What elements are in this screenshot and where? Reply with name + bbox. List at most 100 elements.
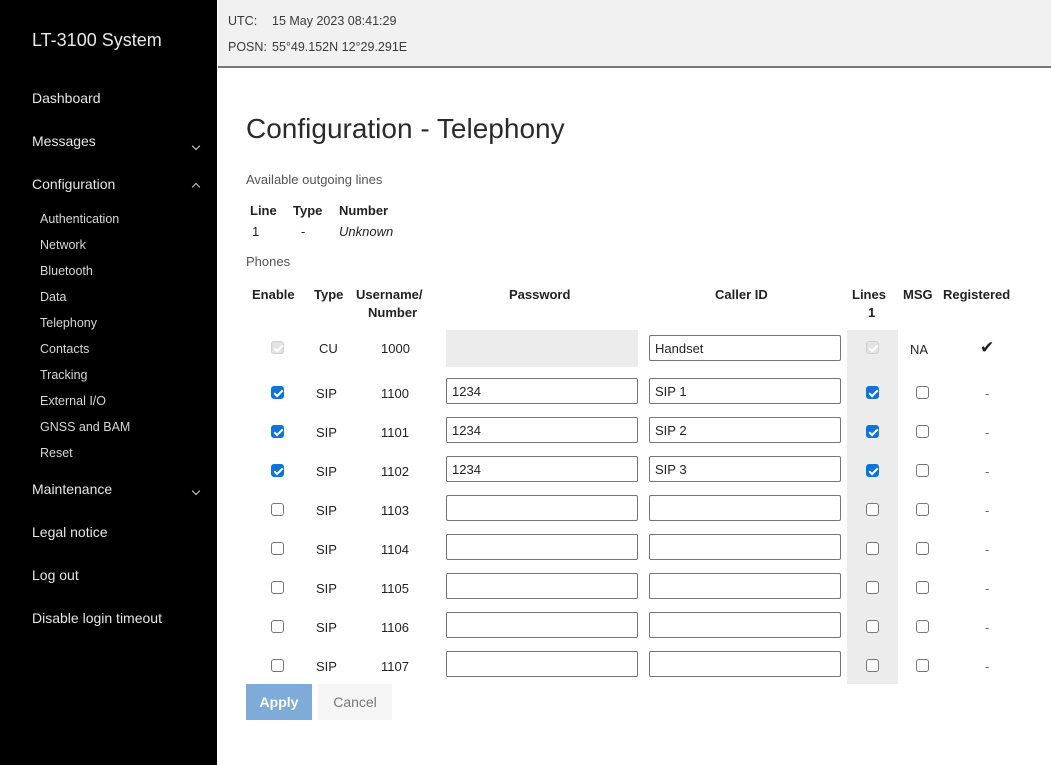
password-input[interactable] <box>446 417 638 443</box>
sidebar-item-dashboard[interactable]: Dashboard <box>32 90 101 106</box>
sidebar-subitem-telephony[interactable]: Telephony <box>40 316 97 330</box>
caller-id-input[interactable] <box>649 456 841 482</box>
line1-checkbox[interactable] <box>866 464 879 477</box>
phone-type: SIP <box>316 542 337 557</box>
registered-status: - <box>985 425 990 440</box>
line1-checkbox[interactable] <box>866 581 879 594</box>
sidebar-item-configuration[interactable]: Configuration <box>32 176 115 192</box>
line1-checkbox[interactable] <box>866 503 879 516</box>
phone-number: 1104 <box>381 542 409 557</box>
chevron-down-icon[interactable] <box>191 141 201 151</box>
phone-number: 1101 <box>381 425 409 440</box>
registered-status: - <box>985 659 990 674</box>
caller-id-input[interactable] <box>649 378 841 404</box>
apply-button[interactable]: Apply <box>246 684 312 720</box>
col-enable: Enable <box>252 287 295 302</box>
phone-number: 1105 <box>381 581 409 596</box>
enable-checkbox[interactable] <box>271 620 284 633</box>
col-lines: Lines <box>852 287 886 302</box>
sidebar-item-disable-login-timeout[interactable]: Disable login timeout <box>32 610 162 626</box>
line1-checkbox[interactable] <box>866 542 879 555</box>
enable-checkbox[interactable] <box>271 659 284 672</box>
enable-checkbox[interactable] <box>271 464 284 477</box>
outgoing-number-value: Unknown <box>339 224 394 239</box>
msg-checkbox[interactable] <box>916 425 929 438</box>
sidebar-subitem-external-io[interactable]: External I/O <box>40 394 106 408</box>
caller-id-input[interactable] <box>649 573 841 599</box>
password-input[interactable] <box>446 573 638 599</box>
sidebar-subitem-contacts[interactable]: Contacts <box>40 342 89 356</box>
registered-status: - <box>985 581 990 596</box>
msg-checkbox[interactable] <box>916 542 929 555</box>
enable-checkbox[interactable] <box>271 386 284 399</box>
registered-status: - <box>985 542 990 557</box>
enable-checkbox[interactable] <box>271 581 284 594</box>
msg-checkbox[interactable] <box>916 386 929 399</box>
status-bar: UTC: 15 May 2023 08:41:29 POSN: 55°49.152N… <box>218 0 1051 68</box>
caller-id-input[interactable] <box>649 417 841 443</box>
sidebar-item-legal-notice[interactable]: Legal notice <box>32 524 108 540</box>
line1-checkbox[interactable] <box>866 659 879 672</box>
caller-id-input[interactable] <box>649 534 841 560</box>
registered-check-icon: ✔ <box>980 338 995 357</box>
caller-id-input[interactable] <box>649 335 841 361</box>
registered-status: - <box>985 386 990 401</box>
sidebar-subitem-data[interactable]: Data <box>40 290 66 304</box>
msg-checkbox[interactable] <box>916 464 929 477</box>
outgoing-type-value: - <box>301 224 306 239</box>
msg-checkbox[interactable] <box>916 581 929 594</box>
col-caller-id: Caller ID <box>715 287 768 302</box>
col-password: Password <box>509 287 571 302</box>
position-readout: POSN: 55°49.152N 12°29.291E <box>228 40 407 54</box>
phones-heading: Phones <box>246 254 291 269</box>
sidebar-subitem-gnss-bam[interactable]: GNSS and BAM <box>40 420 130 434</box>
col-username: Username/ <box>356 287 423 302</box>
outgoing-col-number: Number <box>339 203 389 218</box>
utc-readout: UTC: 15 May 2023 08:41:29 <box>228 14 396 28</box>
password-input[interactable] <box>446 612 638 638</box>
enable-checkbox[interactable] <box>271 542 284 555</box>
chevron-up-icon[interactable] <box>191 182 201 192</box>
enable-checkbox[interactable] <box>271 425 284 438</box>
sidebar-item-log-out[interactable]: Log out <box>32 567 79 583</box>
phone-type: SIP <box>316 425 337 440</box>
col-type: Type <box>314 287 344 302</box>
utc-value: 15 May 2023 08:41:29 <box>272 14 397 28</box>
phone-number: 1102 <box>381 464 409 479</box>
caller-id-input[interactable] <box>649 651 841 677</box>
msg-checkbox[interactable] <box>916 503 929 516</box>
line1-checkbox[interactable] <box>866 425 879 438</box>
sidebar-item-maintenance[interactable]: Maintenance <box>32 481 112 497</box>
sidebar-subitem-network[interactable]: Network <box>40 238 86 252</box>
msg-na: NA <box>910 342 929 357</box>
password-input[interactable] <box>446 456 638 482</box>
phone-type: SIP <box>316 503 337 518</box>
posn-label: POSN: <box>228 40 267 54</box>
caller-id-input[interactable] <box>649 612 841 638</box>
sidebar-subitem-tracking[interactable]: Tracking <box>40 368 87 382</box>
caller-id-input[interactable] <box>649 495 841 521</box>
password-input[interactable] <box>446 495 638 521</box>
sidebar-subitem-bluetooth[interactable]: Bluetooth <box>40 264 93 278</box>
registered-status: - <box>985 464 990 479</box>
password-input[interactable] <box>446 534 638 560</box>
line1-checkbox[interactable] <box>866 386 879 399</box>
outgoing-line-value: 1 <box>252 224 260 239</box>
password-input[interactable] <box>446 378 638 404</box>
app-title: LT-3100 System <box>32 30 162 50</box>
msg-checkbox[interactable] <box>916 620 929 633</box>
sidebar-subitem-reset[interactable]: Reset <box>40 446 73 460</box>
password-input[interactable] <box>446 651 638 677</box>
phone-number: 1106 <box>381 620 409 635</box>
sidebar-subitem-authentication[interactable]: Authentication <box>40 212 119 226</box>
outgoing-col-type: Type <box>293 203 323 218</box>
chevron-down-icon[interactable] <box>191 486 201 496</box>
outgoing-col-line: Line <box>250 203 277 218</box>
sidebar-item-messages[interactable]: Messages <box>32 133 96 149</box>
phone-type: SIP <box>316 620 337 635</box>
enable-checkbox[interactable] <box>271 503 284 516</box>
cancel-button[interactable]: Cancel <box>318 684 392 720</box>
phone-type: SIP <box>316 464 337 479</box>
msg-checkbox[interactable] <box>916 659 929 672</box>
line1-checkbox[interactable] <box>866 620 879 633</box>
